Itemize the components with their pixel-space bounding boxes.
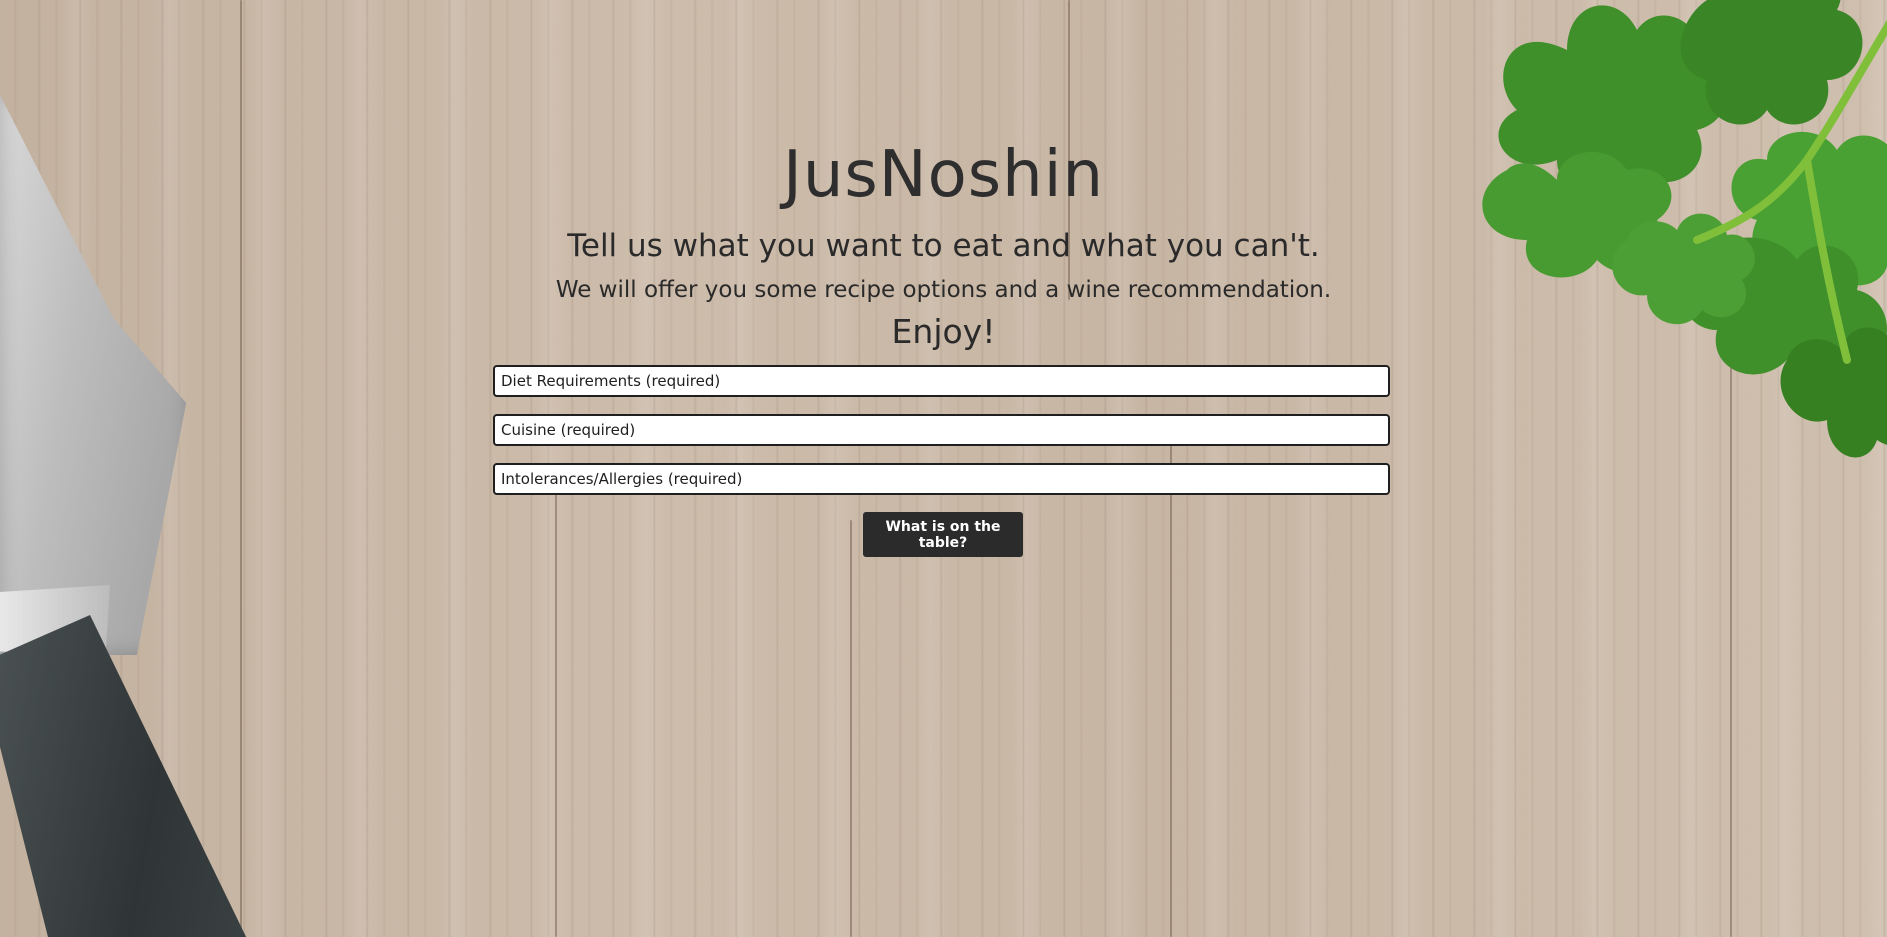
- page-title: JusNoshin: [782, 138, 1105, 212]
- knife-handle: [0, 615, 250, 937]
- enjoy-text: Enjoy!: [891, 312, 996, 351]
- page-subtitle: Tell us what you want to eat and what yo…: [567, 228, 1320, 264]
- wood-crack: [850, 520, 852, 937]
- cuisine-input[interactable]: [493, 414, 1390, 446]
- page-description: We will offer you some recipe options an…: [555, 277, 1332, 303]
- submit-button[interactable]: What is on the table?: [863, 512, 1023, 557]
- wood-crack: [1170, 420, 1172, 937]
- wood-crack: [555, 480, 557, 937]
- intolerances-allergies-input[interactable]: [493, 463, 1390, 495]
- diet-requirements-input[interactable]: [493, 365, 1390, 397]
